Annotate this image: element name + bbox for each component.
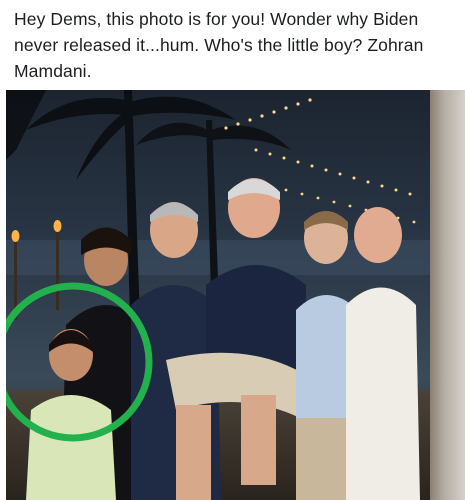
group-photo-icon — [6, 90, 430, 500]
post-photo[interactable] — [6, 90, 430, 500]
post-text: Hey Dems, this photo is for you! Wonder … — [14, 9, 424, 81]
photo-frame-edge — [430, 90, 465, 500]
